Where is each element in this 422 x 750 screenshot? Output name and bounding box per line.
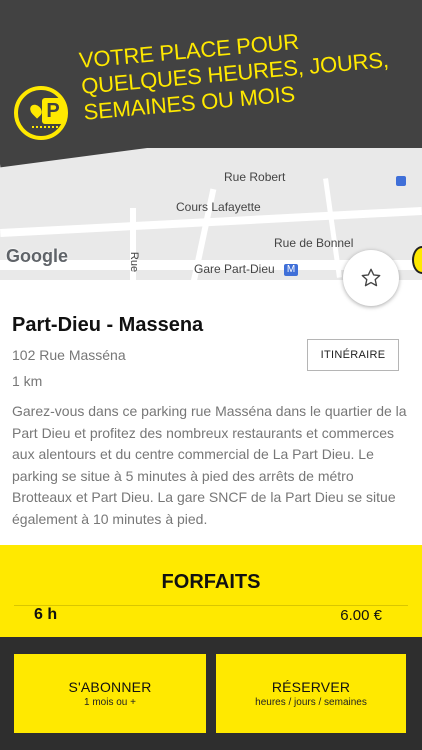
subscribe-sublabel: 1 mois ou +	[84, 697, 136, 708]
forfaits-title: FORFAITS	[161, 571, 261, 593]
bottom-action-bar: S'ABONNER 1 mois ou + RÉSERVER heures / …	[0, 637, 422, 750]
parking-title: Part-Dieu - Massena	[12, 314, 204, 336]
reserve-button[interactable]: RÉSERVER heures / jours / semaines	[216, 654, 406, 733]
favorite-button[interactable]	[343, 250, 399, 306]
forfait-price: 6.00 €	[340, 607, 382, 624]
map-label-cours-lafayette: Cours Lafayette	[176, 200, 261, 214]
logo-letter: P	[42, 98, 64, 124]
metro-icon: M	[284, 264, 298, 276]
subscribe-button[interactable]: S'ABONNER 1 mois ou +	[14, 654, 206, 733]
map-label-rue-robert: Rue Robert	[224, 170, 286, 184]
promo-headline: VOTRE PLACE POUR QUELQUES HEURES, JOURS,…	[78, 18, 422, 125]
metro-icon	[396, 176, 406, 186]
reserve-label: RÉSERVER	[271, 679, 351, 695]
reserve-sublabel: heures / jours / semaines	[255, 697, 367, 708]
star-outline-icon	[361, 268, 381, 287]
forfait-row[interactable]: 6 h 6.00 €	[14, 605, 408, 632]
forfaits-section: FORFAITS 6 h 6.00 €	[0, 545, 422, 637]
parking-distance: 1 km	[12, 373, 43, 389]
forfait-duration: 6 h	[34, 606, 58, 623]
itinerary-button[interactable]: ITINÉRAIRE	[307, 339, 399, 371]
banner-diagonal-edge	[0, 148, 422, 168]
parking-address: 102 Rue Masséna	[12, 347, 126, 363]
map-label-side-street: Rue	[128, 251, 141, 273]
google-logo: Google	[6, 246, 68, 266]
map-label-rue-de-bonnel: Rue de Bonnel	[274, 236, 354, 250]
map-label-gare-part-dieu: Gare Part-Dieu	[194, 262, 275, 276]
parking-description: Garez-vous dans ce parking rue Masséna d…	[12, 403, 407, 527]
subscribe-label: S'ABONNER	[68, 679, 152, 695]
parking-logo-icon: P	[14, 86, 68, 140]
